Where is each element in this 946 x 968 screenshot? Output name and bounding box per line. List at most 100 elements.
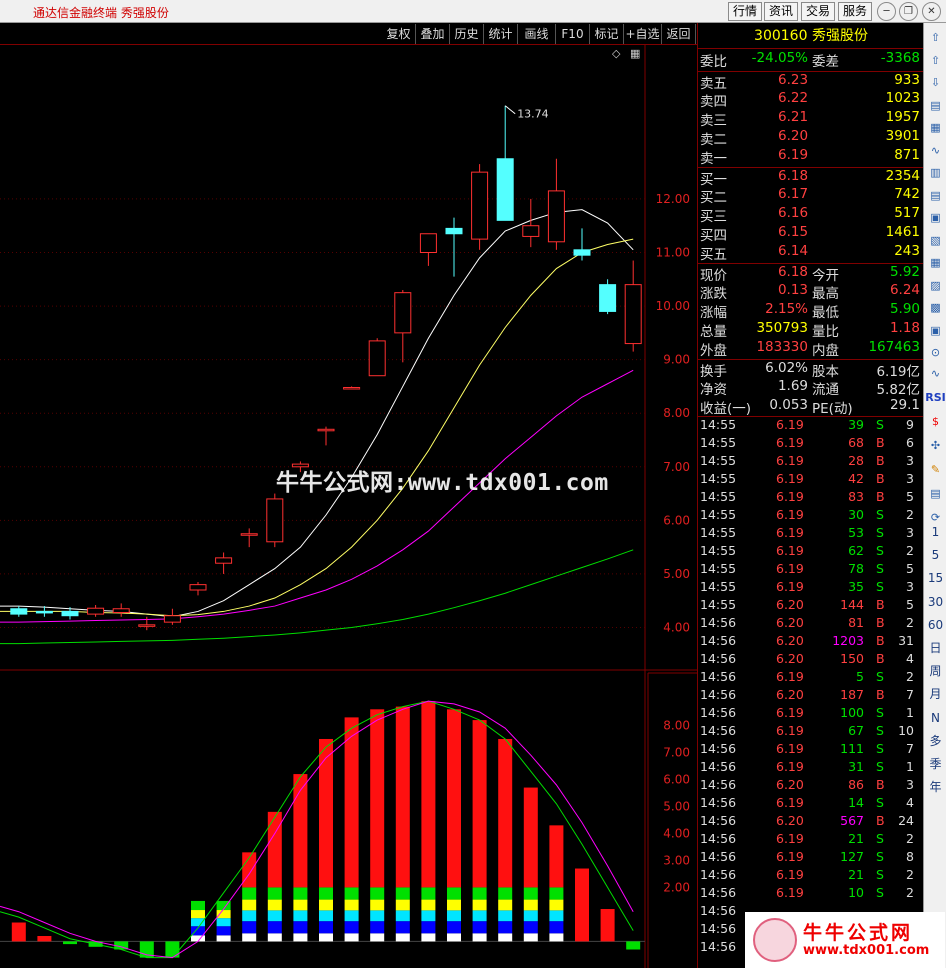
candle — [471, 164, 489, 250]
bars-icon[interactable]: ▥ — [924, 162, 946, 184]
macd-bar — [344, 717, 359, 942]
tick-price: 6.20 — [776, 597, 804, 612]
up-arrow-icon[interactable]: ⇧ — [924, 27, 946, 49]
buy-vol: 1461 — [885, 224, 920, 240]
macd-bar — [575, 868, 589, 942]
period-1[interactable]: 1 — [924, 521, 946, 543]
stats-button[interactable]: 统计 — [484, 24, 518, 44]
info-icon[interactable]: ⊙ — [924, 342, 946, 364]
period-4[interactable]: 30 — [924, 591, 946, 613]
period-11[interactable]: 季 — [924, 753, 946, 775]
mark-button[interactable]: 标记 — [590, 24, 624, 44]
period-10[interactable]: 多 — [924, 730, 946, 752]
price-tick: 7.00 — [663, 460, 690, 474]
period-2[interactable]: 5 — [924, 544, 946, 566]
close-icon[interactable]: ✕ — [922, 2, 941, 21]
restore-icon[interactable]: ❐ — [899, 2, 918, 21]
fund-value2: 5.82亿 — [876, 382, 920, 398]
macd-bar — [523, 787, 538, 942]
tick-row: 14:56 6.19 31 S 1 — [698, 759, 918, 777]
period-8[interactable]: 月 — [924, 683, 946, 705]
rsi-label[interactable]: RSI — [924, 387, 946, 409]
kline-chart[interactable]: 12.0011.0010.009.008.007.006.005.004.00 … — [0, 45, 697, 968]
candle — [240, 528, 258, 548]
tick-vol: 14 — [848, 795, 864, 810]
fio-icon[interactable]: ▣ — [924, 207, 946, 229]
fund-row: 换手 6.02% 股本 6.19亿 — [698, 359, 924, 380]
trade-button[interactable]: 交易 — [801, 2, 835, 21]
wave-icon[interactable]: ∿ — [924, 363, 946, 385]
tick-row: 14:55 6.19 39 S 9 — [698, 417, 918, 435]
grid-icon[interactable]: ▦ — [924, 117, 946, 139]
fsize-icon[interactable]: ▨ — [924, 275, 946, 297]
tick-row: 14:56 6.20 187 B 7 — [698, 687, 918, 705]
dollar-icon[interactable]: $ — [924, 411, 946, 433]
draw-line-button[interactable]: 画线 — [518, 24, 556, 44]
tick-count: 9 — [906, 417, 914, 432]
candle — [496, 105, 514, 221]
tick-time: 14:56 — [700, 723, 737, 738]
document-icon[interactable]: ▧ — [924, 230, 946, 252]
period-12[interactable]: 年 — [924, 776, 946, 798]
calendar-icon[interactable]: ▦ — [924, 252, 946, 274]
window-icon[interactable]: ▦ — [630, 47, 640, 60]
news-button[interactable]: 资讯 — [764, 2, 798, 21]
f10-button[interactable]: F10 — [556, 24, 590, 44]
period-3[interactable]: 15 — [924, 567, 946, 589]
pencil-icon[interactable]: ✎ — [924, 459, 946, 481]
report-icon[interactable]: ▤ — [924, 95, 946, 117]
period-9[interactable]: N — [924, 707, 946, 729]
macd-bar — [63, 941, 77, 945]
candle — [368, 338, 386, 377]
candle — [343, 386, 361, 390]
market-button[interactable]: 行情 — [728, 2, 762, 21]
diamond-icon[interactable]: ◇ — [612, 47, 621, 60]
tick-vol: 42 — [848, 471, 864, 486]
period-5[interactable]: 60 — [924, 614, 946, 636]
period-7[interactable]: 周 — [924, 660, 946, 682]
tick-price: 6.19 — [776, 741, 804, 756]
dashboard-icon[interactable]: ▣ — [924, 320, 946, 342]
tick-count: 5 — [906, 597, 914, 612]
crosshair-icon[interactable]: ✣ — [924, 435, 946, 457]
tick-count: 3 — [906, 453, 914, 468]
down-outline-icon[interactable]: ⇩ — [924, 72, 946, 94]
tick-dir: B — [876, 651, 885, 666]
stat-row: 总量 350793 量比 1.18 — [698, 320, 924, 340]
minimize-icon[interactable]: ─ — [877, 2, 896, 21]
candle — [266, 493, 284, 548]
f5-icon[interactable]: ▤ — [924, 483, 946, 505]
dif-line — [0, 700, 634, 959]
stat-label: 现价 — [700, 268, 727, 284]
history-button[interactable]: 历史 — [450, 24, 484, 44]
macd-bar — [267, 811, 282, 942]
tick-count: 3 — [906, 579, 914, 594]
candle-icon[interactable]: ▤ — [924, 185, 946, 207]
overlay-button[interactable]: 叠加 — [416, 24, 450, 44]
service-button[interactable]: 服务 — [838, 2, 872, 21]
tick-row: 14:56 6.20 86 B 3 — [698, 777, 918, 795]
candle — [317, 426, 335, 446]
tick-row: 14:55 6.19 35 S 3 — [698, 579, 918, 597]
tick-time: 14:55 — [700, 471, 737, 486]
add-watchlist-button[interactable]: +自选 — [624, 24, 662, 44]
tick-dir: B — [876, 489, 885, 504]
tick-dir: B — [876, 687, 885, 702]
tick-time: 14:55 — [700, 417, 737, 432]
tick-time: 14:55 — [700, 435, 737, 450]
stat-label: 外盘 — [700, 343, 727, 359]
fund-row: 净资 1.69 流通 5.82亿 — [698, 378, 924, 398]
tick-dir: S — [876, 669, 884, 684]
up-outline-icon[interactable]: ⇧ — [924, 50, 946, 72]
period-6[interactable]: 日 — [924, 637, 946, 659]
tick-vol: 187 — [840, 687, 864, 702]
fund-value: 6.02% — [765, 360, 808, 376]
fz-icon[interactable]: ▩ — [924, 297, 946, 319]
restore-rights-button[interactable]: 复权 — [382, 24, 416, 44]
weibi-value: -24.05% — [751, 50, 808, 66]
back-button[interactable]: 返回 — [662, 24, 696, 44]
buy-row: 买二 6.17 742 — [698, 186, 924, 206]
tick-price: 6.20 — [776, 633, 804, 648]
chart-line-icon[interactable]: ∿ — [924, 140, 946, 162]
tick-dir: S — [876, 759, 884, 774]
